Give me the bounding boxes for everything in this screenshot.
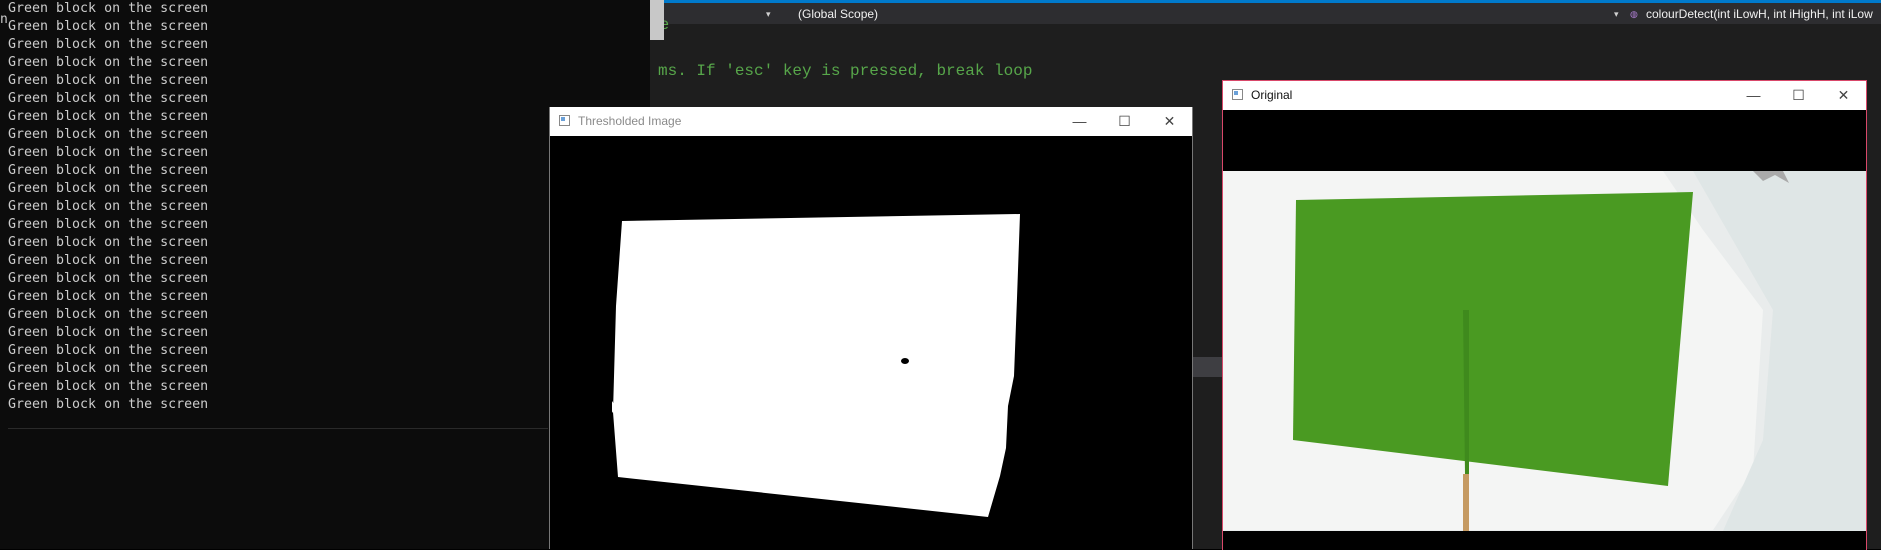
window-title: Original [1251, 88, 1293, 102]
chevron-down-icon[interactable]: ▾ [1614, 7, 1619, 21]
console-line: Green block on the screen [8, 271, 209, 286]
chevron-down-icon[interactable]: ▾ [766, 7, 771, 21]
scope-dropdown[interactable]: (Global Scope) [798, 6, 1318, 23]
close-button[interactable]: ✕ [1821, 81, 1866, 110]
console-line: Green block on the screen [8, 289, 209, 304]
console-line: Green block on the screen [8, 253, 209, 268]
console-line: Green block on the screen [8, 91, 209, 106]
console-line: Green block on the screen [8, 199, 209, 214]
console-line: Green block on the screen [8, 217, 209, 232]
console-line: Green block on the screen [8, 37, 209, 52]
console-line: Green block on the screen [8, 343, 209, 358]
console-line: Green block on the screen [8, 397, 209, 412]
maximize-button[interactable]: ☐ [1102, 107, 1147, 136]
console-line: Green block on the screen [8, 235, 209, 250]
close-button[interactable]: ✕ [1147, 107, 1192, 136]
console-line: Green block on the screen [8, 73, 209, 88]
console-line: Green block on the screen [8, 127, 209, 142]
console-line: Green block on the screen [8, 109, 209, 124]
minimize-button[interactable]: — [1731, 81, 1776, 110]
console-output: Green block on the screen Green block on … [8, 0, 208, 414]
console-line: Green block on the screen [8, 145, 209, 160]
ide-scrollbar-fragment [1190, 357, 1225, 377]
console-line: Green block on the screen [8, 1, 209, 16]
console-line: Green block on the screen [8, 307, 209, 322]
original-window[interactable]: Original — ☐ ✕ [1222, 80, 1867, 550]
console-line: Green block on the screen [8, 55, 209, 70]
console-line: Green block on the screen [8, 361, 209, 376]
member-dropdown[interactable]: colourDetect(int iLowH, int iHighH, int … [1646, 6, 1881, 23]
thresholded-image-window[interactable]: Thresholded Image — ☐ ✕ [549, 107, 1193, 549]
camera-frame [1223, 110, 1866, 550]
console-line: Green block on the screen [8, 163, 209, 178]
window-icon [1232, 89, 1243, 100]
console-line: Green block on the screen [8, 181, 209, 196]
camera-image [1223, 110, 1866, 550]
ide-navigation-bar: ▾ (Global Scope) ▾ ◍ colourDetect(int iL… [650, 3, 1881, 25]
console-cursor-text: n [0, 12, 8, 27]
thresholded-image [550, 136, 1192, 549]
code-comment-line: ms. If 'esc' key is pressed, break loop [658, 62, 1033, 80]
method-icon: ◍ [1630, 9, 1638, 19]
console-line: Green block on the screen [8, 379, 209, 394]
maximize-button[interactable]: ☐ [1776, 81, 1821, 110]
title-bar[interactable]: Original — ☐ ✕ [1223, 81, 1866, 110]
console-divider [8, 428, 548, 429]
console-scrollbar[interactable] [650, 0, 664, 40]
window-icon [559, 115, 570, 126]
console-line: Green block on the screen [8, 325, 209, 340]
title-bar[interactable]: Thresholded Image — ☐ ✕ [550, 107, 1192, 136]
window-title: Thresholded Image [578, 114, 682, 128]
minimize-button[interactable]: — [1057, 107, 1102, 136]
console-line: Green block on the screen [8, 19, 209, 34]
mask-shape [612, 214, 1020, 517]
